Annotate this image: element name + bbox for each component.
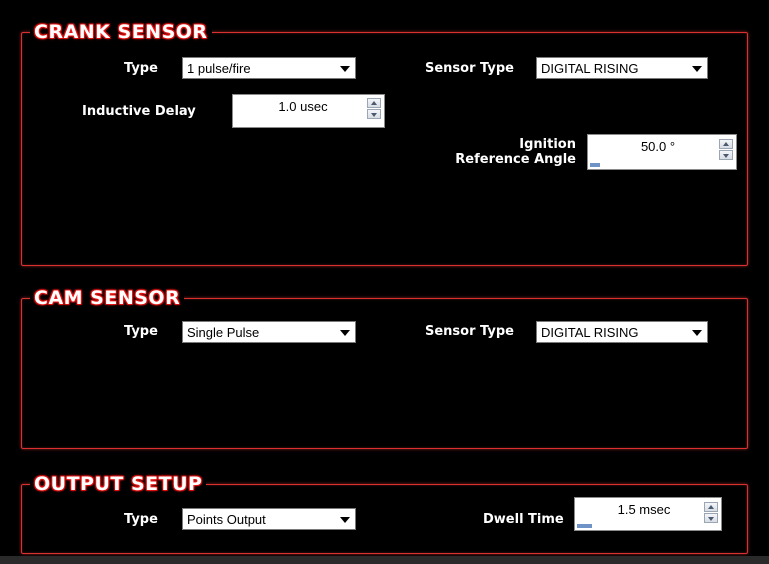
crank-type-label: Type bbox=[124, 61, 158, 76]
inductive-delay-spin-buttons bbox=[367, 98, 381, 120]
inductive-delay-label: Inductive Delay bbox=[82, 104, 196, 119]
crank-type-dropdown[interactable]: 1 pulse/fire bbox=[182, 57, 356, 79]
ignition-reference-angle-spinner[interactable]: 50.0 ° bbox=[587, 134, 737, 170]
cam-type-value: Single Pulse bbox=[187, 325, 260, 340]
output-type-label: Type bbox=[124, 512, 158, 527]
ignition-reference-label: Ignition Reference Angle bbox=[440, 137, 576, 167]
arrow-up-icon bbox=[371, 101, 377, 105]
inductive-delay-value: 1.0 usec bbox=[278, 99, 328, 114]
chevron-down-icon bbox=[340, 330, 350, 336]
spin-up-button[interactable] bbox=[367, 98, 381, 108]
ignition-setup-panel: CRANK SENSOR Type 1 pulse/fire Sensor Ty… bbox=[0, 0, 769, 564]
spin-down-button[interactable] bbox=[367, 109, 381, 119]
cam-sensor-title: CAM SENSOR bbox=[30, 287, 185, 309]
crank-sensor-type-label: Sensor Type bbox=[425, 61, 514, 76]
cam-sensor-type-dropdown[interactable]: DIGITAL RISING bbox=[536, 321, 708, 343]
crank-sensor-type-value: DIGITAL RISING bbox=[541, 61, 639, 76]
output-type-value: Points Output bbox=[187, 512, 266, 527]
ignition-reference-level-bar bbox=[590, 163, 600, 167]
arrow-down-icon bbox=[708, 517, 714, 521]
spin-down-button[interactable] bbox=[704, 513, 718, 523]
ignition-reference-label-line2: Reference Angle bbox=[455, 152, 576, 167]
ignition-reference-angle-value: 50.0 ° bbox=[640, 139, 676, 154]
cam-sensor-type-label: Sensor Type bbox=[425, 324, 514, 339]
arrow-down-icon bbox=[371, 113, 377, 117]
arrow-up-icon bbox=[723, 142, 729, 146]
bottom-edge bbox=[0, 556, 769, 564]
dwell-time-level-bar bbox=[577, 524, 592, 528]
arrow-down-icon bbox=[723, 154, 729, 158]
spin-down-button[interactable] bbox=[719, 150, 733, 160]
ignition-reference-spin-buttons bbox=[719, 139, 733, 161]
dwell-time-spin-buttons bbox=[704, 502, 718, 524]
output-type-dropdown[interactable]: Points Output bbox=[182, 508, 356, 530]
arrow-up-icon bbox=[708, 505, 714, 509]
output-setup-title: OUTPUT SETUP bbox=[30, 473, 207, 495]
cam-type-label: Type bbox=[124, 324, 158, 339]
crank-sensor-type-dropdown[interactable]: DIGITAL RISING bbox=[536, 57, 708, 79]
cam-sensor-type-value: DIGITAL RISING bbox=[541, 325, 639, 340]
dwell-time-label: Dwell Time bbox=[483, 512, 564, 527]
crank-type-value: 1 pulse/fire bbox=[187, 61, 251, 76]
chevron-down-icon bbox=[692, 66, 702, 72]
dwell-time-spinner[interactable]: 1.5 msec bbox=[574, 497, 722, 531]
chevron-down-icon bbox=[340, 517, 350, 523]
chevron-down-icon bbox=[692, 330, 702, 336]
cam-type-dropdown[interactable]: Single Pulse bbox=[182, 321, 356, 343]
spin-up-button[interactable] bbox=[704, 502, 718, 512]
spin-up-button[interactable] bbox=[719, 139, 733, 149]
inductive-delay-spinner[interactable]: 1.0 usec bbox=[232, 94, 385, 128]
crank-sensor-title: CRANK SENSOR bbox=[30, 21, 212, 43]
dwell-time-value: 1.5 msec bbox=[617, 502, 671, 517]
chevron-down-icon bbox=[340, 66, 350, 72]
ignition-reference-label-line1: Ignition bbox=[519, 137, 576, 152]
